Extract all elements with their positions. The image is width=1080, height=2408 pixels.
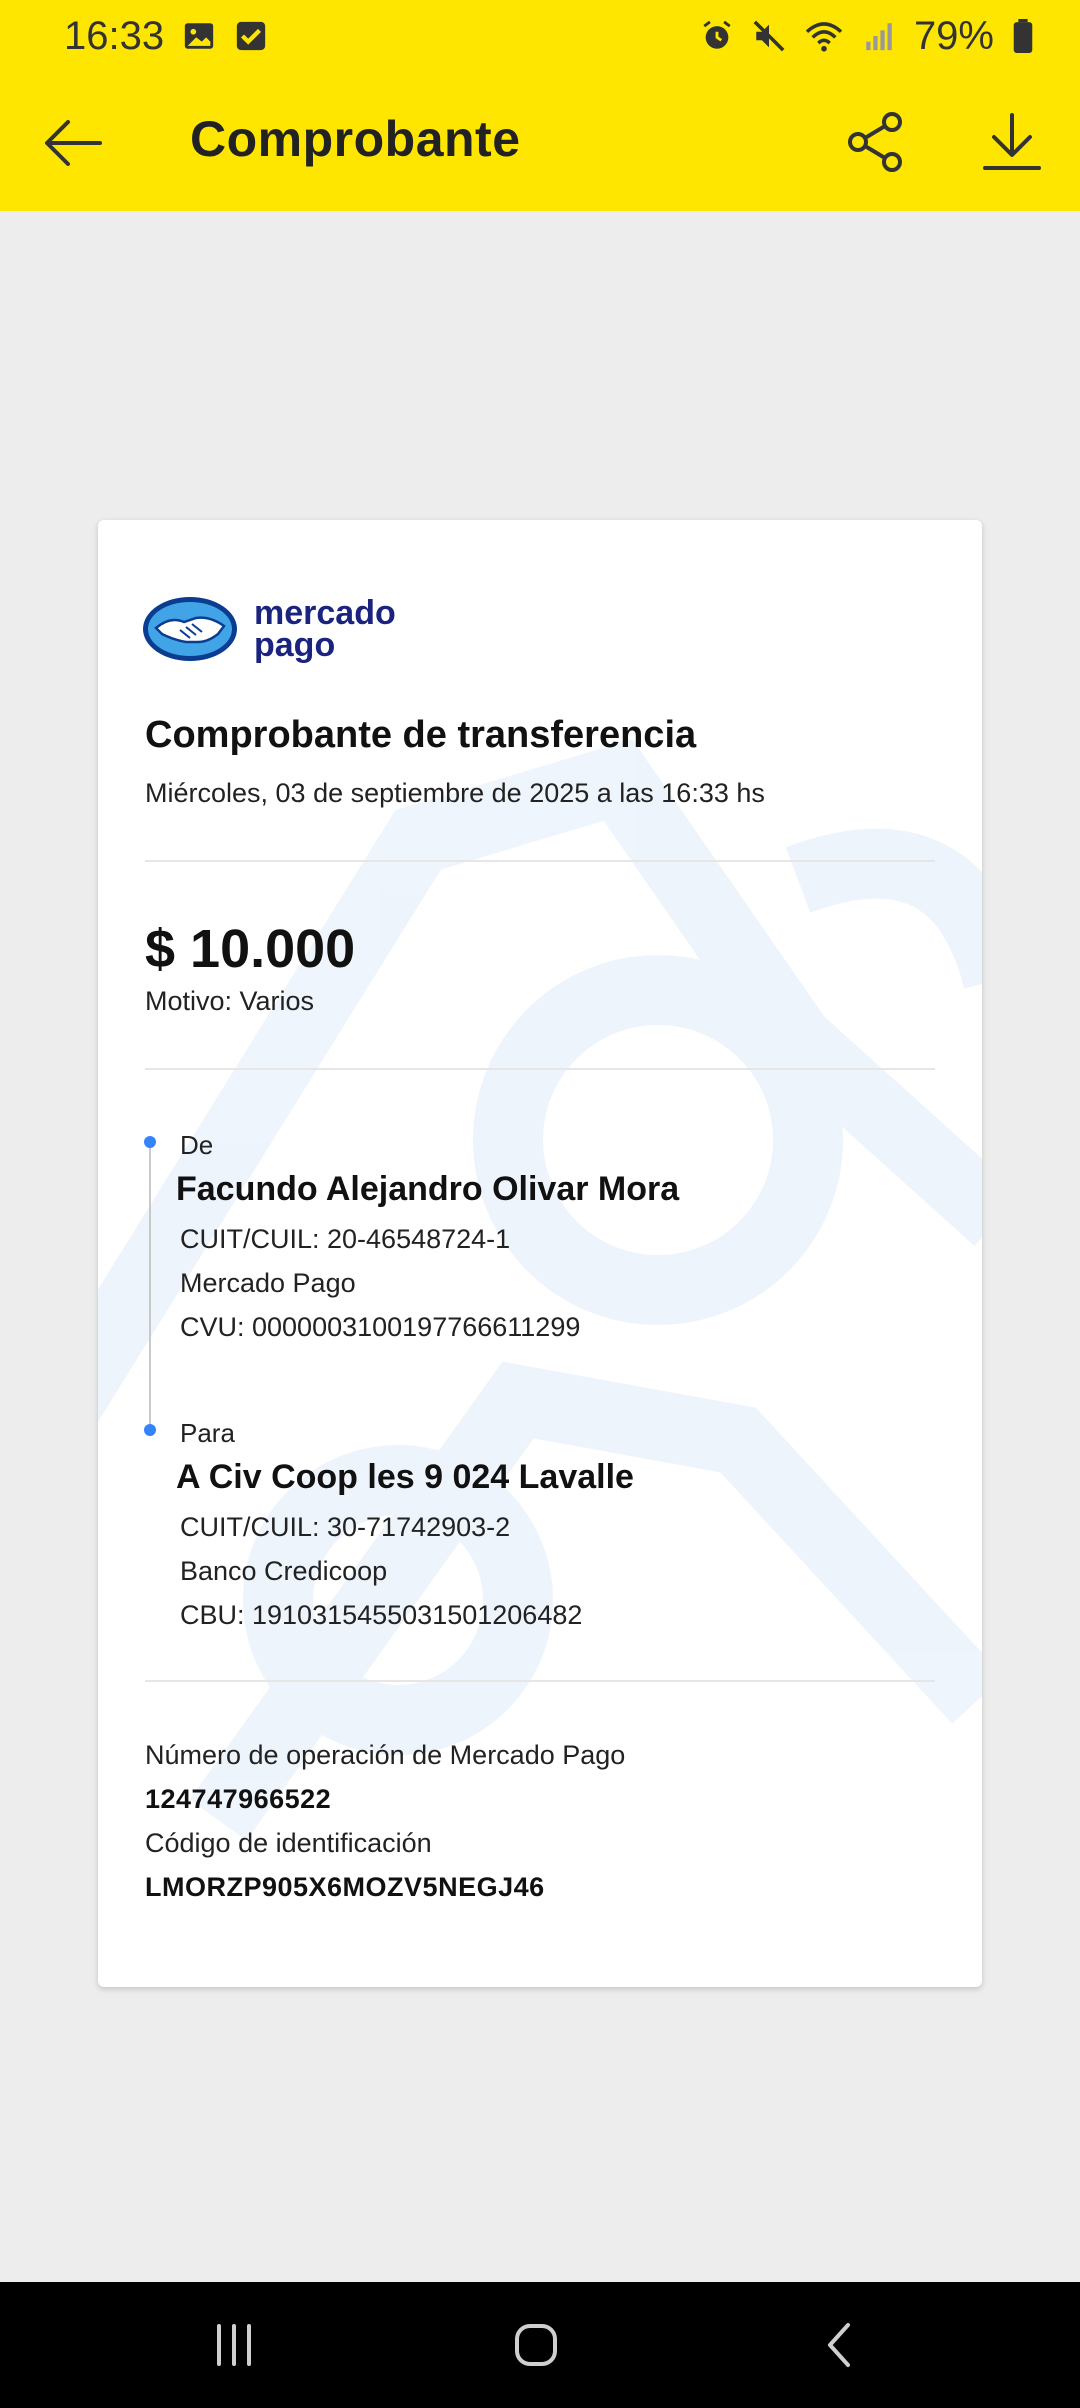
share-button[interactable] — [836, 102, 916, 182]
timeline-dot-to — [144, 1424, 156, 1436]
signal-icon — [862, 19, 896, 53]
app-bar: Comprobante — [0, 72, 1080, 211]
download-icon — [983, 113, 1041, 170]
app-header: 16:33 79% Comprobante — [0, 0, 1080, 211]
status-bar: 16:33 79% — [0, 0, 1080, 72]
status-time: 16:33 — [64, 13, 165, 58]
to-account: CBU: 1910315455031501206482 — [180, 1600, 583, 1630]
transfer-amount: $ 10.000 — [145, 919, 356, 979]
from-entity: Mercado Pago — [180, 1268, 356, 1298]
id-code-label: Código de identificación — [145, 1828, 432, 1858]
image-icon — [182, 19, 216, 53]
home-icon — [515, 2324, 557, 2366]
recent-apps-button[interactable] — [194, 2312, 274, 2378]
to-name: A Civ Coop les 9 024 Lavalle — [176, 1458, 634, 1496]
divider — [145, 860, 935, 862]
handshake-icon — [143, 597, 237, 661]
from-account: CVU: 0000003100197766611299 — [180, 1312, 581, 1342]
from-cuit: CUIT/CUIL: 20-46548724-1 — [180, 1224, 511, 1254]
from-name: Facundo Alejandro Olivar Mora — [176, 1170, 680, 1208]
timeline-dot-from — [144, 1136, 156, 1148]
to-entity: Banco Credicoop — [180, 1556, 388, 1586]
page-title: Comprobante — [190, 111, 521, 167]
receipt-title: Comprobante de transferencia — [145, 714, 697, 756]
back-button[interactable] — [38, 108, 108, 178]
receipt-date: Miércoles, 03 de septiembre de 2025 a la… — [145, 778, 765, 808]
receipt-card: mercado pago Comprobante de transferenci… — [98, 520, 982, 1987]
chevron-left-icon — [828, 2323, 850, 2367]
transfer-reason: Motivo: Varios — [145, 986, 315, 1016]
id-code: LMORZP905X6MOZV5NEGJ46 — [145, 1872, 545, 1902]
battery-percent: 79% — [913, 13, 994, 58]
divider — [145, 1068, 935, 1070]
operation-number-label: Número de operación de Mercado Pago — [145, 1740, 626, 1770]
system-nav-bar — [0, 2282, 1080, 2408]
from-label: De — [180, 1130, 214, 1160]
mercado-pago-logo: mercado pago — [140, 594, 424, 664]
recent-apps-icon — [217, 2324, 251, 2366]
divider — [145, 1680, 935, 1682]
logo-text: mercado pago — [254, 594, 396, 664]
share-icon — [848, 112, 902, 172]
operation-number: 124747966522 — [145, 1784, 332, 1814]
arrow-left-icon — [45, 120, 102, 166]
download-button[interactable] — [972, 102, 1052, 182]
check-square-icon — [234, 19, 268, 53]
alarm-icon — [700, 19, 734, 53]
nav-back-button[interactable] — [800, 2312, 880, 2378]
wifi-icon — [804, 19, 844, 53]
to-label: Para — [180, 1418, 235, 1448]
to-cuit: CUIT/CUIL: 30-71742903-2 — [180, 1512, 511, 1542]
mute-icon — [752, 19, 786, 53]
home-button[interactable] — [496, 2312, 576, 2378]
battery-icon — [1012, 19, 1034, 53]
timeline-line — [149, 1142, 151, 1430]
